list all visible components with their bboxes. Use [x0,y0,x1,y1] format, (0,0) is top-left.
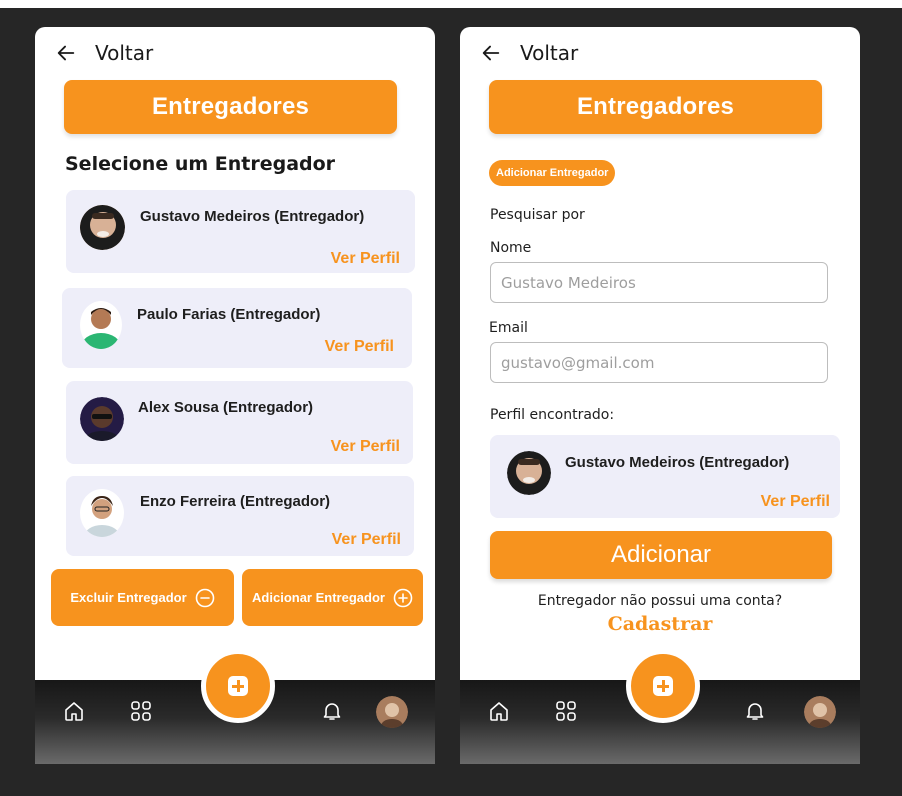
page-title: Entregadores [151,93,310,120]
arrow-left-icon [482,45,500,61]
section-heading: Selecione um Entregador [65,153,336,175]
grid-icon[interactable] [554,699,578,723]
plus-square-icon [653,676,673,696]
view-profile-link[interactable]: Ver Perfil [331,250,400,268]
courier-card[interactable]: Paulo Farias (Entregador) Ver Perfil [62,288,412,368]
home-icon[interactable] [487,699,511,723]
page-title-banner: Entregadores [489,80,822,134]
profile-avatar[interactable] [376,696,408,728]
add-button[interactable]: Adicionar [490,531,832,579]
screen-select-courier: Voltar Entregadores Selecione um Entrega… [35,27,435,764]
delete-courier-button[interactable]: Excluir Entregador [51,569,234,626]
email-label: Email [489,320,528,336]
add-courier-label: Adicionar Entregador [252,590,385,605]
grid-icon[interactable] [129,699,153,723]
no-account-text: Entregador não possui uma conta? [537,593,783,609]
top-strip [0,0,902,8]
page-title: Entregadores [576,93,735,120]
view-profile-link[interactable]: Ver Perfil [761,493,830,511]
register-link[interactable]: Cadastrar [460,613,860,635]
courier-card[interactable]: Alex Sousa (Entregador) Ver Perfil [66,381,413,464]
avatar [80,205,125,250]
found-profile-label: Perfil encontrado: [490,407,615,423]
avatar [80,397,124,441]
courier-card[interactable]: Gustavo Medeiros (Entregador) Ver Perfil [66,190,415,273]
add-courier-chip[interactable]: Adicionar Entregador [489,160,616,186]
delete-courier-label: Excluir Entregador [70,590,187,605]
back-link[interactable]: Voltar [480,41,578,65]
bell-icon[interactable] [743,699,767,723]
profile-avatar[interactable] [804,696,836,728]
page-title-banner: Entregadores [64,80,397,134]
search-by-label: Pesquisar por [490,207,585,223]
add-courier-chip-label: Adicionar Entregador [496,167,609,179]
fab-add-button[interactable] [626,649,700,723]
courier-name: Alex Sousa (Entregador) [138,399,314,416]
add-courier-button[interactable]: Adicionar Entregador [242,569,423,626]
courier-name: Gustavo Medeiros (Entregador) [565,454,790,471]
plus-square-icon [228,676,248,696]
avatar [80,489,124,537]
name-label: Nome [490,240,532,256]
name-input[interactable] [490,262,828,303]
arrow-left-icon [57,45,75,61]
back-link[interactable]: Voltar [55,41,153,65]
email-input[interactable] [490,342,828,383]
courier-name: Gustavo Medeiros (Entregador) [140,208,365,225]
courier-card[interactable]: Enzo Ferreira (Entregador) Ver Perfil [66,476,414,556]
fab-add-button[interactable] [201,649,275,723]
bell-icon[interactable] [320,699,344,723]
minus-circle-icon [195,588,214,607]
view-profile-link[interactable]: Ver Perfil [332,531,401,549]
avatar [80,301,122,349]
courier-name: Paulo Farias (Entregador) [137,306,321,323]
screen-add-courier: Voltar Entregadores Adicionar Entregador… [460,27,860,764]
found-profile-card[interactable]: Gustavo Medeiros (Entregador) Ver Perfil [490,435,840,518]
avatar [507,451,551,495]
courier-name: Enzo Ferreira (Entregador) [140,493,331,510]
plus-circle-icon [393,588,413,607]
view-profile-link[interactable]: Ver Perfil [325,338,394,356]
home-icon[interactable] [62,699,86,723]
back-label: Voltar [520,41,579,65]
back-label: Voltar [95,41,154,65]
view-profile-link[interactable]: Ver Perfil [331,438,400,456]
